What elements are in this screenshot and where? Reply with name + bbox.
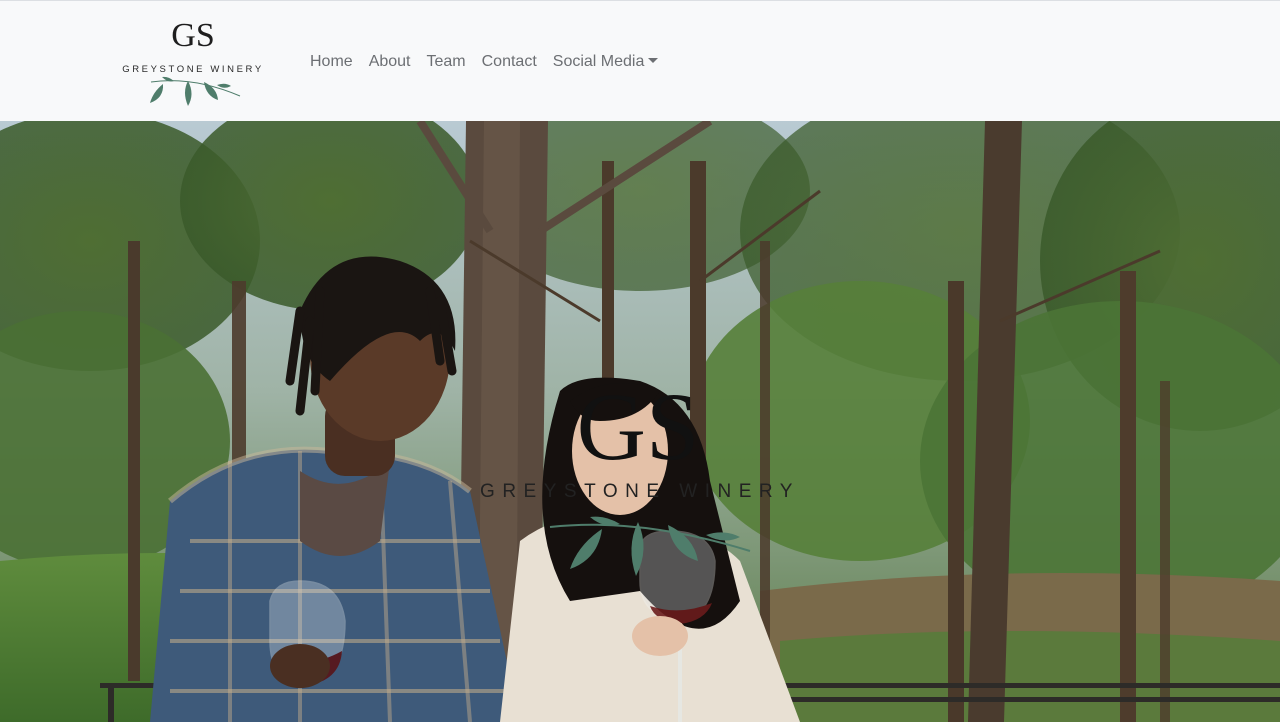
nav-home-link[interactable]: Home [302,49,361,75]
hero-section: GS GREYSTONE WINERY [0,121,1280,722]
nav-menu: Home About Team Contact Social Media [302,49,666,75]
brand-logo-link[interactable]: GS GREYSTONE WINERY [118,10,268,110]
nav-about-link[interactable]: About [361,49,419,75]
nav-team-link[interactable]: Team [419,49,474,75]
hero-logo-leaves-icon [549,516,751,576]
logo-monogram: GS [171,17,214,54]
logo-wordmark: GREYSTONE WINERY [122,64,264,75]
nav-social-media-dropdown[interactable]: Social Media [545,49,667,75]
hero-logo-wordmark: GREYSTONE WINERY [480,481,800,502]
logo-leaves-icon [150,76,241,106]
caret-down-icon [648,58,659,63]
winery-logo-icon: GS GREYSTONE WINERY [122,17,264,106]
hero-logo-overlay: GS GREYSTONE WINERY [480,373,800,576]
hero-logo-monogram: GS [577,373,700,480]
top-navbar: GS GREYSTONE WINERY Home About Team Cont… [0,0,1280,121]
social-media-label: Social Media [552,53,645,70]
nav-contact-link[interactable]: Contact [474,49,545,75]
